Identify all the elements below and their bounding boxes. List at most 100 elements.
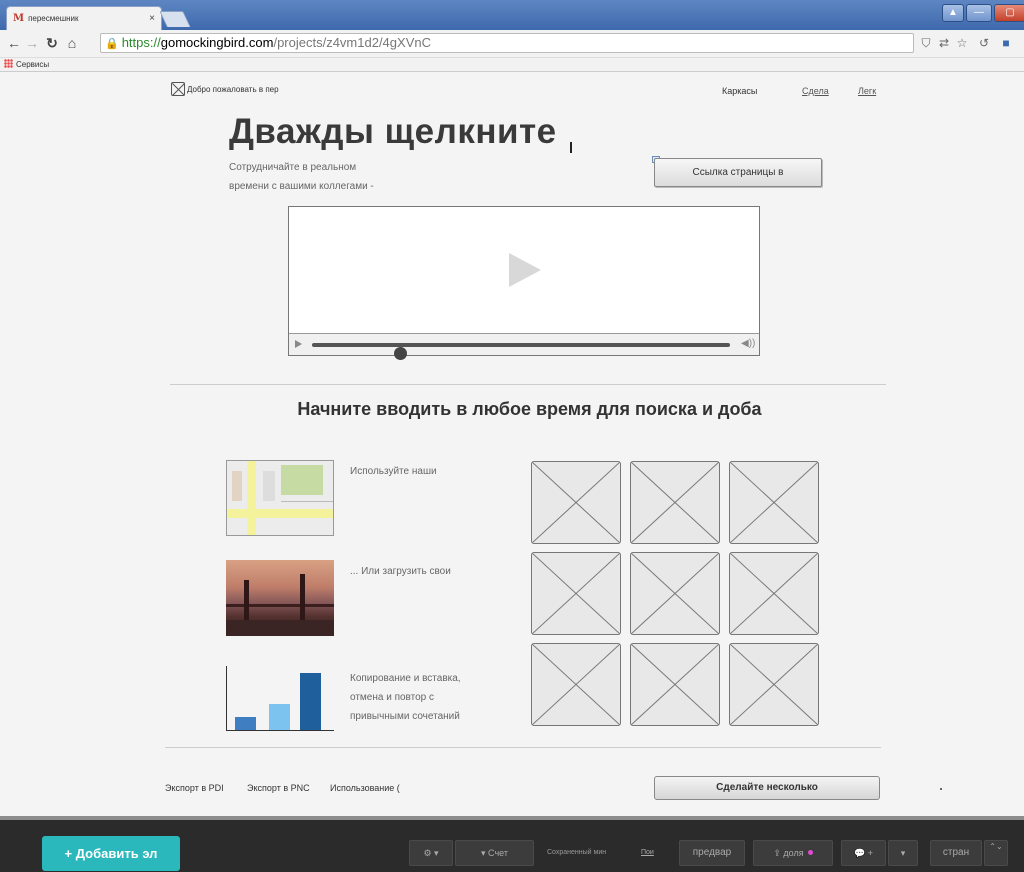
image-placeholder-icon <box>171 82 185 96</box>
browser-tab[interactable]: M пересмешник × <box>6 6 162 30</box>
feature-line: отмена и повтор с <box>350 692 435 703</box>
image-placeholder-icon <box>730 644 818 725</box>
editor-toolbar: + Добавить эл ⚙ ▾ ▾ Счет Сохраненный мин… <box>0 816 1024 872</box>
tab-close-icon[interactable]: × <box>149 13 155 24</box>
browser-titlebar: M пересмешник × ▲ — ▢ <box>0 0 1024 30</box>
image-placeholder[interactable] <box>630 643 720 726</box>
comments-button[interactable]: 💬 + <box>841 840 886 866</box>
account-button[interactable]: ▾ Счет <box>455 840 534 866</box>
refresh-extension-icon[interactable]: ↺ <box>976 36 992 50</box>
tab-title: пересмешник <box>28 14 79 23</box>
play-icon[interactable] <box>509 253 541 287</box>
image-placeholder[interactable] <box>630 461 720 544</box>
page-stepper[interactable]: ⌃⌄ <box>984 840 1008 866</box>
welcome-text: Добро пожаловать в пер <box>187 84 279 94</box>
extension-icon[interactable]: ■ <box>998 36 1014 50</box>
thumb-bar <box>269 704 290 730</box>
gmail-favicon-icon: M <box>13 13 25 24</box>
add-element-button[interactable]: + Добавить эл <box>42 836 180 871</box>
feature-line: привычными сочетаний <box>350 711 460 722</box>
settings-button[interactable]: ⚙ ▾ <box>409 840 453 866</box>
image-placeholder-icon <box>631 462 719 543</box>
saved-status: Сохраненный мин <box>547 849 607 856</box>
subtext-line: Сотрудничайте в реальном <box>229 162 357 173</box>
minimize-icon[interactable]: — <box>966 4 992 22</box>
home-icon[interactable]: ⌂ <box>64 35 80 51</box>
map-thumbnail <box>226 460 334 536</box>
play-small-icon[interactable] <box>295 340 302 348</box>
url-host: gomockingbird.com <box>160 35 274 50</box>
apps-grid-icon[interactable] <box>4 59 13 68</box>
back-arrow-icon[interactable]: ← <box>6 35 22 51</box>
bridge-photo-thumbnail <box>226 560 334 636</box>
divider <box>165 747 881 748</box>
nav-link-make[interactable]: Сдела <box>802 86 829 96</box>
image-placeholder-icon <box>532 462 620 543</box>
usage-link[interactable]: Использование ( <box>330 783 400 793</box>
thumb-bar <box>300 673 321 730</box>
page-headline[interactable]: Дважды щелкните <box>229 112 557 152</box>
dot <box>940 788 942 790</box>
subtext: Сотрудничайте в реальном времени с вашим… <box>229 158 429 196</box>
forward-arrow-icon[interactable]: → <box>24 35 40 51</box>
video-seek-bar[interactable] <box>312 343 730 360</box>
mockup-canvas[interactable]: Добро пожаловать в пер Каркасы Сдела Лег… <box>0 72 1024 816</box>
bookmarks-bar: Сервисы <box>0 58 1024 72</box>
image-placeholder-icon <box>532 644 620 725</box>
page-link-button[interactable]: Ссылка страницы в <box>654 158 822 187</box>
url-scheme: https:// <box>121 35 161 50</box>
image-placeholder[interactable] <box>531 461 621 544</box>
seek-handle[interactable] <box>394 347 407 360</box>
image-placeholder[interactable] <box>531 643 621 726</box>
video-controls: ◀)) <box>289 333 759 360</box>
feature-text[interactable]: Используйте наши <box>350 462 510 481</box>
make-several-button[interactable]: Сделайте несколько <box>654 776 880 800</box>
text-cursor <box>570 142 572 153</box>
new-tab-button[interactable] <box>159 11 191 27</box>
section-title[interactable]: Начните вводить в любое время для поиска… <box>0 399 1024 420</box>
share-label: ⇪ доля <box>773 848 804 858</box>
window-controls: ▲ — ▢ <box>940 4 1024 22</box>
image-placeholder-icon <box>730 553 818 634</box>
browser-toolbar: ← → ↻ ⌂ 🔒 https://gomockingbird.com/proje… <box>0 30 1024 58</box>
address-bar[interactable]: 🔒 https://gomockingbird.com/projects/z4vm… <box>100 33 914 53</box>
image-placeholder[interactable] <box>630 552 720 635</box>
image-placeholder-icon <box>532 553 620 634</box>
export-pdf-link[interactable]: Экспорт в PDI <box>165 783 224 793</box>
translate-icon[interactable]: ⇄ <box>936 36 952 50</box>
preview-button[interactable]: предвар <box>679 840 745 866</box>
divider <box>170 384 886 385</box>
subtext-line: времени с вашими коллегами - <box>229 181 374 192</box>
feature-text[interactable]: Копирование и вставка, отмена и повтор с… <box>350 669 510 726</box>
bookmark-services[interactable]: Сервисы <box>16 60 49 69</box>
nav-wireframes[interactable]: Каркасы <box>722 86 757 96</box>
image-placeholder[interactable] <box>729 552 819 635</box>
video-player[interactable]: ◀)) <box>288 206 760 360</box>
nav-link-easy[interactable]: Легк <box>858 86 876 96</box>
saved-link[interactable]: Пои <box>641 849 654 856</box>
image-placeholder[interactable] <box>729 643 819 726</box>
welcome-checkbox[interactable]: Добро пожаловать в пер <box>171 82 279 96</box>
feature-text[interactable]: ... Или загрузить свои <box>350 562 510 581</box>
share-button[interactable]: ⇪ доля <box>753 840 833 866</box>
reload-icon[interactable]: ↻ <box>44 35 60 51</box>
user-profile-icon[interactable]: ▲ <box>942 4 964 22</box>
lock-icon: 🔒 <box>105 38 119 50</box>
image-placeholder[interactable] <box>531 552 621 635</box>
feature-line: Копирование и вставка, <box>350 673 461 684</box>
thumb-bar <box>235 717 256 730</box>
volume-icon[interactable]: ◀)) <box>741 338 755 349</box>
bookmark-star-icon[interactable]: ☆ <box>954 36 970 50</box>
image-placeholder-icon <box>631 553 719 634</box>
page-selector[interactable]: стран <box>930 840 982 866</box>
image-placeholder-icon <box>631 644 719 725</box>
shield-icon[interactable]: ⛉ <box>918 36 934 51</box>
image-placeholder-icon <box>730 462 818 543</box>
bar-chart-thumbnail <box>226 666 334 731</box>
export-png-link[interactable]: Экспорт в PNC <box>247 783 310 793</box>
maximize-icon[interactable]: ▢ <box>994 4 1024 22</box>
url-path: /projects/z4vm1d2/4gXVnC <box>273 35 431 50</box>
image-placeholder[interactable] <box>729 461 819 544</box>
comments-dropdown[interactable]: ▾ <box>888 840 918 866</box>
notification-dot <box>807 850 813 855</box>
